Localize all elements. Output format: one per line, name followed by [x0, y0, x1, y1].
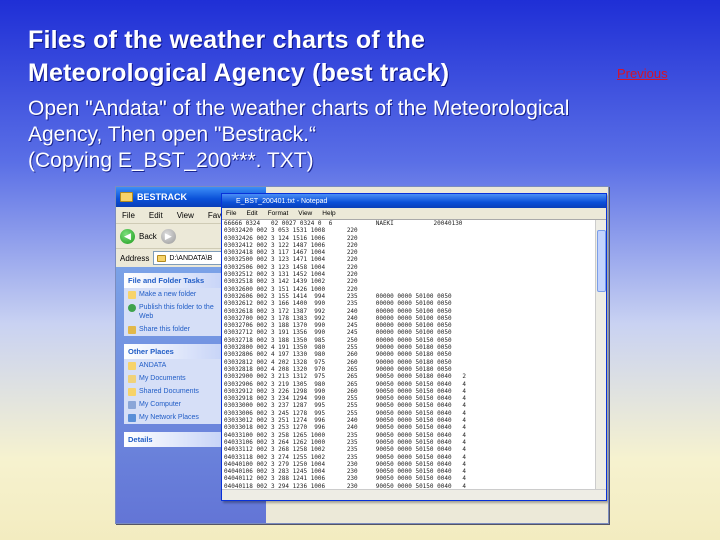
notepad-title: E_BST_200401.txt - Notepad	[236, 197, 328, 205]
np-menu-help[interactable]: Help	[322, 210, 335, 217]
back-arrow-icon[interactable]: ◀	[120, 228, 135, 244]
new-folder-icon	[128, 291, 136, 299]
notepad-line: 03033000 002 3 237 1287 995 255 90050 00…	[224, 402, 467, 410]
notepad-line: 03032618 002 3 172 1387 992 240 00000 00…	[224, 307, 452, 315]
folder-icon	[120, 192, 133, 202]
slide-title: Files of the weather charts of the Meteo…	[28, 24, 449, 90]
np-menu-format[interactable]: Format	[268, 210, 289, 217]
details-panel: Details	[124, 432, 224, 447]
notepad-horizontal-scrollbar[interactable]	[222, 489, 606, 500]
back-button-label[interactable]: Back	[139, 232, 157, 241]
notepad-line: 03032426 002 3 124 1516 1006 220	[224, 234, 358, 242]
notepad-line: 03033018 002 3 253 1270 996 240 90050 00…	[224, 424, 467, 432]
menu-file[interactable]: File	[122, 211, 135, 220]
notepad-line: 04033112 002 3 268 1258 1002 235 90050 0…	[224, 446, 467, 454]
notepad-line: 04033100 002 3 258 1265 1000 235 90050 0…	[224, 431, 467, 439]
notepad-title-bar: E_BST_200401.txt - Notepad	[222, 194, 606, 208]
notepad-line: 03032500 002 3 123 1471 1004 220	[224, 256, 358, 264]
notepad-line: 04033106 002 3 264 1262 1000 235 90050 0…	[224, 438, 467, 446]
place-andata[interactable]: ANDATA	[124, 359, 224, 372]
notepad-line: 03032512 002 3 131 1452 1004 220	[224, 271, 358, 279]
computer-icon	[128, 401, 136, 409]
menu-edit[interactable]: Edit	[149, 211, 163, 220]
notepad-line: 03032906 002 3 219 1305 980 265 90050 00…	[224, 380, 467, 388]
documents-icon	[128, 375, 136, 383]
forward-arrow-icon[interactable]: ▶	[160, 228, 176, 244]
notepad-line: 03032412 002 3 122 1487 1006 220	[224, 241, 358, 249]
notepad-line: 03032812 002 4 202 1328 975 260 90000 00…	[224, 358, 452, 366]
notepad-line: 03032718 002 3 188 1350 985 250 00000 00…	[224, 336, 452, 344]
notepad-line: 03032612 002 3 166 1400 990 235 00000 00…	[224, 300, 452, 308]
notepad-line: 03032806 002 4 197 1330 980 260 90000 00…	[224, 351, 452, 359]
explorer-title: BESTRACK	[137, 192, 188, 202]
notepad-vertical-scrollbar[interactable]	[595, 220, 606, 490]
notepad-line: 03032518 002 3 142 1439 1002 220	[224, 278, 358, 286]
notepad-line: 04040106 002 3 283 1245 1004 230 90050 0…	[224, 468, 467, 476]
notepad-line: 03032606 002 3 155 1414 994 235 00000 00…	[224, 292, 452, 300]
notepad-line: 03033012 002 3 251 1274 996 240 90050 00…	[224, 417, 467, 425]
np-menu-edit[interactable]: Edit	[246, 210, 257, 217]
notepad-text-area[interactable]: 66666 0324 02 0027 0324 0 6 NAEKI 200401…	[224, 220, 594, 490]
task-publish-web[interactable]: Publish this folder to the Web	[124, 301, 224, 323]
task-share-folder[interactable]: Share this folder	[124, 323, 224, 336]
other-places-header[interactable]: Other Places	[124, 344, 224, 359]
np-menu-view[interactable]: View	[298, 210, 312, 217]
network-icon	[128, 414, 136, 422]
title-line-2: Meteorological Agency (best track)	[28, 59, 450, 87]
notepad-line: 04033118 002 3 274 1255 1002 235 90050 0…	[224, 453, 467, 461]
notepad-menubar: File Edit Format View Help	[222, 208, 606, 220]
place-my-network[interactable]: My Network Places	[124, 411, 224, 424]
notepad-window: E_BST_200401.txt - Notepad File Edit For…	[221, 193, 607, 501]
np-menu-file[interactable]: File	[226, 210, 236, 217]
menu-view[interactable]: View	[177, 211, 194, 220]
file-folder-tasks-panel: File and Folder Tasks Make a new folder …	[124, 273, 224, 336]
previous-link[interactable]: Previous	[617, 66, 668, 81]
share-icon	[128, 326, 136, 334]
notepad-line: 03033006 002 3 245 1278 995 255 90050 00…	[224, 409, 467, 417]
notepad-line: 03032706 002 3 188 1370 990 245 00000 00…	[224, 322, 452, 330]
details-header[interactable]: Details	[124, 432, 224, 447]
folder-icon	[157, 254, 167, 262]
notepad-line: 03032600 002 3 151 1426 1000 220	[224, 285, 358, 293]
notepad-line: 03032900 002 3 213 1312 975 265 90050 00…	[224, 373, 467, 381]
body-line-1: Open "Andata" of the weather charts of t…	[28, 97, 570, 120]
shared-folder-icon	[128, 388, 136, 396]
body-line-3: (Copying E_BST_200***. TXT)	[28, 149, 314, 172]
body-line-2: Agency, Then open "Bestrack.“	[28, 123, 317, 146]
place-shared-documents[interactable]: Shared Documents	[124, 385, 224, 398]
address-value: D:\ANDATA\B	[169, 254, 213, 262]
title-line-1: Files of the weather charts of the	[28, 26, 426, 54]
globe-icon	[128, 304, 136, 312]
notepad-line: 03032912 002 3 226 1298 990 260 90050 00…	[224, 387, 467, 395]
screenshot-image: BESTRACK File Edit View Favor ◀ Back ▶ A…	[115, 186, 609, 524]
notepad-line: 03032818 002 4 208 1320 970 265 90000 00…	[224, 365, 452, 373]
notepad-line: 03032918 002 3 234 1294 990 255 90050 00…	[224, 395, 467, 403]
notepad-line: 03032700 002 3 178 1383 992 240 00000 00…	[224, 314, 452, 322]
place-my-documents[interactable]: My Documents	[124, 372, 224, 385]
notepad-line: 03032420 002 3 053 1531 1008 220	[224, 227, 358, 235]
notepad-line: 04040112 002 3 288 1241 1006 230 90050 0…	[224, 475, 467, 483]
notepad-line: 03032712 002 3 191 1356 990 245 00000 00…	[224, 329, 452, 337]
notepad-line: 03032800 002 4 191 1350 980 255 90000 00…	[224, 344, 452, 352]
folder-icon	[128, 362, 136, 370]
notepad-line: 03032418 002 3 117 1467 1004 220	[224, 249, 358, 257]
place-my-computer[interactable]: My Computer	[124, 398, 224, 411]
address-label: Address	[120, 253, 150, 263]
file-folder-tasks-header[interactable]: File and Folder Tasks	[124, 273, 224, 288]
notepad-line: 03032506 002 3 123 1458 1004 220	[224, 263, 358, 271]
other-places-panel: Other Places ANDATA My Documents Shared …	[124, 344, 224, 424]
notepad-line: 66666 0324 02 0027 0324 0 6 NAEKI 200401…	[224, 220, 463, 227]
scrollbar-thumb[interactable]	[597, 230, 606, 292]
notepad-line: 04040100 002 3 279 1250 1004 230 90050 0…	[224, 460, 467, 468]
slide-body-text: Open "Andata" of the weather charts of t…	[28, 96, 569, 174]
task-new-folder[interactable]: Make a new folder	[124, 288, 224, 301]
